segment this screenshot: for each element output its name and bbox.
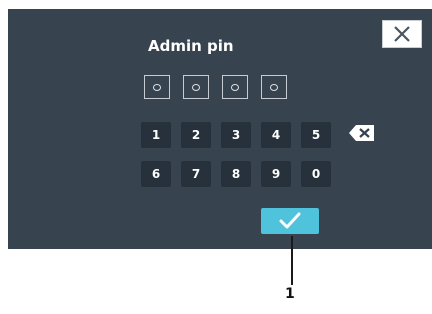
key-5[interactable]: 5	[301, 122, 331, 148]
checkmark-icon	[279, 212, 301, 229]
callout-line	[291, 236, 293, 285]
pin-slot-empty-dot	[231, 83, 239, 91]
dialog-title: Admin pin	[148, 37, 234, 55]
backspace-button[interactable]	[348, 124, 376, 142]
callout-label: 1	[285, 286, 295, 302]
key-1[interactable]: 1	[141, 122, 171, 148]
key-4[interactable]: 4	[261, 122, 291, 148]
pin-slot-4	[261, 75, 287, 99]
pin-slot-1	[144, 75, 170, 99]
close-button[interactable]	[382, 20, 422, 48]
key-3[interactable]: 3	[221, 122, 251, 148]
confirm-button[interactable]	[261, 208, 319, 234]
pin-slot-empty-dot	[153, 83, 161, 91]
key-9[interactable]: 9	[261, 161, 291, 187]
key-2[interactable]: 2	[181, 122, 211, 148]
pin-slot-empty-dot	[270, 83, 278, 91]
pin-slot-2	[183, 75, 209, 99]
key-6[interactable]: 6	[141, 161, 171, 187]
backspace-icon	[349, 125, 374, 141]
pin-slot-empty-dot	[192, 83, 200, 91]
pin-slot-3	[222, 75, 248, 99]
key-7[interactable]: 7	[181, 161, 211, 187]
close-icon	[394, 26, 410, 42]
key-0[interactable]: 0	[301, 161, 331, 187]
key-8[interactable]: 8	[221, 161, 251, 187]
